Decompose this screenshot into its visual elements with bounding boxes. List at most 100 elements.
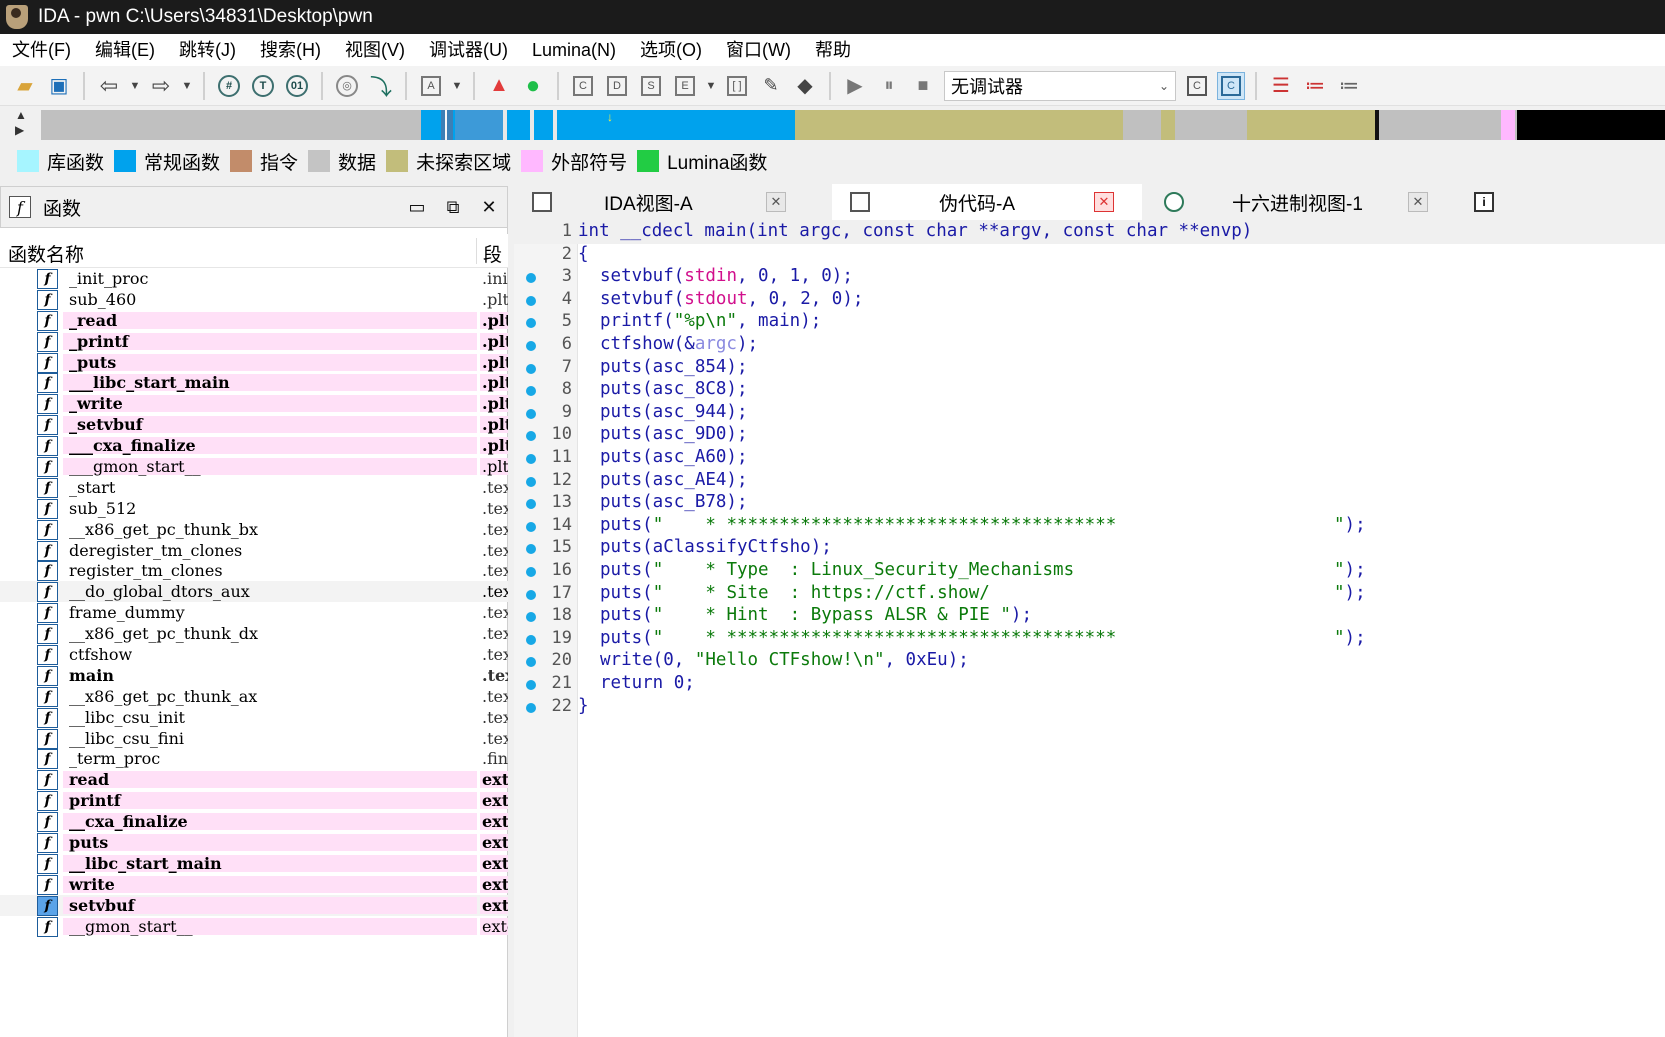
menu-item[interactable]: 搜索(H)	[248, 34, 333, 66]
code-line[interactable]: 8 puts(asc_8C8);	[514, 378, 1665, 402]
close-icon[interactable]: ✕	[766, 192, 786, 212]
back-arrow-icon[interactable]: ⇦	[95, 72, 123, 100]
array-icon[interactable]: [ ]	[723, 72, 751, 100]
stop-icon[interactable]: ■	[909, 72, 937, 100]
code-line[interactable]: 18 puts(" * Hint : Bypass ALSR & PIE ");	[514, 604, 1665, 628]
data-icon[interactable]: D	[603, 72, 631, 100]
function-row[interactable]: f register_tm_clones .text	[0, 560, 508, 582]
code-line[interactable]: 13 puts(asc_B78);	[514, 491, 1665, 515]
breakpoint-dot-icon[interactable]	[526, 589, 536, 600]
function-row[interactable]: f ctfshow .text	[0, 644, 508, 666]
breakpoint-dot-icon[interactable]	[526, 386, 536, 397]
tab-hex-view[interactable]: 十六进制视图-1 ✕	[1146, 184, 1456, 220]
code-line[interactable]: 20 write(0, "Hello CTFshow!\n", 0xEu);	[514, 649, 1665, 673]
function-row[interactable]: fwrite extern	[0, 874, 508, 895]
code-icon[interactable]: C	[569, 72, 597, 100]
pause-icon[interactable]: ⏸	[875, 72, 903, 100]
jump-arrow-icon[interactable]: ⤵	[367, 72, 395, 100]
menu-item[interactable]: 选项(O)	[628, 34, 714, 66]
binary-icon[interactable]: 01	[283, 72, 311, 100]
code-line[interactable]: 16 puts(" * Type : Linux_Security_Mechani…	[514, 559, 1665, 583]
function-row[interactable]: fread extern	[0, 769, 508, 791]
function-row[interactable]: fmain .text	[0, 665, 508, 686]
code-line[interactable]: 3 setvbuf(stdin, 0, 1, 0);	[514, 265, 1665, 289]
pseudocode-view[interactable]: 1 int __cdecl main(int argc, const char *…	[514, 220, 1665, 1037]
menu-item[interactable]: Lumina(N)	[520, 34, 628, 66]
open-folder-icon[interactable]: ▰	[11, 72, 39, 100]
code-line[interactable]: 7 puts(asc_854);	[514, 356, 1665, 380]
tab-info[interactable]: i	[1464, 184, 1504, 220]
function-row[interactable]: f ___cxa_finalize .plt	[0, 435, 508, 457]
diamond-icon[interactable]: ◆	[791, 72, 819, 100]
function-row[interactable]: f ___libc_start_main .plt	[0, 372, 508, 394]
code-line[interactable]: 22}	[514, 695, 1665, 719]
code-line[interactable]: 12 puts(asc_AE4);	[514, 469, 1665, 493]
breakpoint-dot-icon[interactable]	[526, 408, 536, 419]
menu-item[interactable]: 跳转(J)	[167, 34, 248, 66]
code-line[interactable]: 4 setvbuf(stdout, 0, 2, 0);	[514, 288, 1665, 312]
function-row[interactable]: f _puts .plt	[0, 352, 508, 373]
tab-pseudocode[interactable]: 伪代码-A ✕	[832, 184, 1142, 220]
code-line[interactable]: 19 puts(" * *****************************…	[514, 627, 1665, 651]
function-row[interactable]: f __libc_start_main extern	[0, 853, 508, 874]
enum-icon[interactable]: E	[671, 72, 699, 100]
breakpoint-dot-icon[interactable]	[526, 341, 536, 351]
function-row[interactable]: fprintf extern	[0, 790, 508, 812]
code-line[interactable]: 1 int __cdecl main(int argc, const char *…	[514, 220, 1665, 244]
column-divider[interactable]	[476, 238, 477, 264]
breakpoint-dot-icon[interactable]	[526, 702, 536, 713]
menu-item[interactable]: 文件(F)	[0, 34, 83, 66]
function-row[interactable]: f _setvbuf .plt	[0, 414, 508, 436]
decompile-refresh-icon[interactable]: C	[1217, 71, 1245, 100]
breakpoint-dot-icon[interactable]	[526, 476, 536, 487]
text-icon[interactable]: T	[249, 72, 277, 100]
code-line[interactable]: 11 puts(asc_A60);	[514, 446, 1665, 470]
function-row[interactable]: f _term_proc .fini	[0, 748, 508, 770]
function-row[interactable]: f sub_512 .text	[0, 498, 508, 519]
breakpoint-dot-icon[interactable]	[526, 318, 536, 329]
code-line[interactable]: 9 puts(asc_944);	[514, 401, 1665, 425]
struct-icon[interactable]: S	[637, 72, 665, 100]
function-row[interactable]: f _start .text	[0, 477, 508, 498]
save-icon[interactable]: ▣	[45, 72, 73, 100]
breakpoint-dot-icon[interactable]	[526, 273, 536, 284]
green-circle-icon[interactable]: ●	[519, 72, 547, 100]
function-row[interactable]: f sub_460 .plt	[0, 289, 508, 310]
function-row[interactable]: f _read .plt	[0, 310, 508, 331]
menu-item[interactable]: 调试器(U)	[417, 34, 520, 66]
forward-arrow-icon[interactable]: ⇨	[147, 72, 175, 100]
tab-ida-view[interactable]: IDA视图-A ✕	[514, 184, 814, 220]
breakpoint-dot-icon[interactable]	[526, 363, 536, 374]
close-icon[interactable]: ✕	[1094, 192, 1114, 212]
breakpoint-dot-icon[interactable]	[526, 634, 536, 645]
maximize-icon[interactable]: ▭	[399, 197, 435, 218]
function-row[interactable]: f _init_proc .init	[0, 268, 508, 289]
play-icon[interactable]: ▶	[841, 72, 869, 100]
restore-icon[interactable]: ⧉	[435, 197, 471, 218]
list-window-icon[interactable]: ☰	[1267, 72, 1295, 100]
chevron-down-icon[interactable]: ▼	[705, 72, 717, 100]
code-line[interactable]: 2{	[514, 243, 1665, 267]
breakpoint-dot-icon[interactable]	[526, 521, 536, 532]
menu-item[interactable]: 帮助	[803, 34, 863, 66]
close-icon[interactable]: ✕	[1408, 192, 1428, 212]
nav-arrows-icon[interactable]: ▲ ▶	[15, 108, 35, 142]
function-row[interactable]: f deregister_tm_clones .text	[0, 540, 508, 561]
breakpoint-dot-icon[interactable]	[526, 657, 536, 668]
function-row[interactable]: f __x86_get_pc_thunk_ax .text	[0, 686, 508, 707]
list-remove-icon[interactable]: ≔	[1335, 72, 1363, 100]
chevron-down-icon[interactable]: ▼	[451, 72, 463, 100]
function-row[interactable]: f __libc_csu_init .text	[0, 707, 508, 728]
breakpoint-dot-icon[interactable]	[526, 567, 536, 577]
code-line[interactable]: 21 return 0;	[514, 672, 1665, 696]
graph-icon[interactable]: ◎	[333, 72, 361, 100]
hex-grid-icon[interactable]: #	[215, 72, 243, 100]
breakpoint-dot-icon[interactable]	[526, 544, 536, 555]
decompile-icon[interactable]: C	[1183, 72, 1211, 100]
navigation-strip[interactable]: ↓	[41, 110, 1665, 140]
code-line[interactable]: 15 puts(aClassifyCtfsho);	[514, 536, 1665, 560]
function-row[interactable]: f _write .plt	[0, 393, 508, 415]
list-add-icon[interactable]: ≔	[1301, 72, 1329, 100]
close-icon[interactable]: ✕	[471, 197, 507, 218]
function-row[interactable]: f __gmon_start__ extern	[0, 916, 508, 937]
